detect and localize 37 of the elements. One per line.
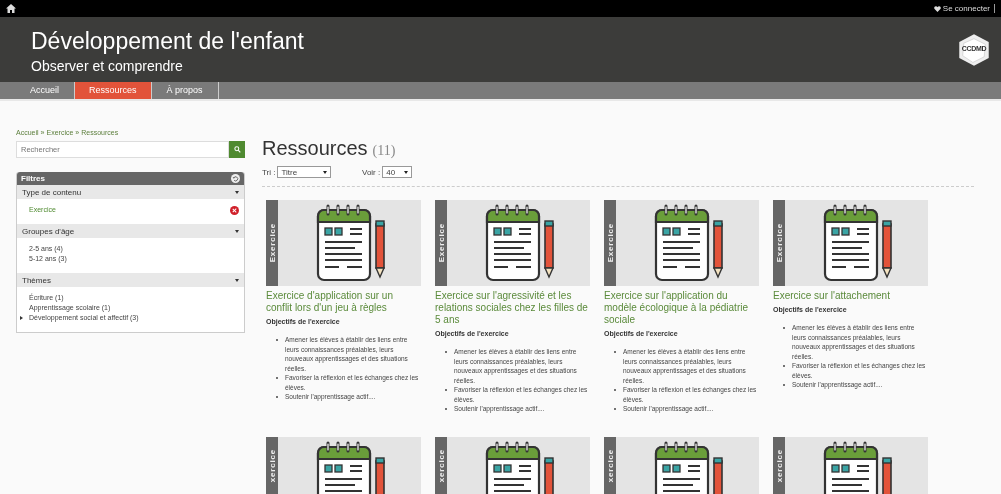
card-title-link[interactable]: Exercice d'application sur un conflit lors d'un jeu à règles [266, 290, 421, 314]
type-label: Exercice [774, 223, 784, 263]
site-subtitle: Observer et comprendre [31, 57, 184, 74]
per-page-label: Voir : [362, 167, 381, 177]
search-icon [233, 146, 241, 153]
site-title: Développement de l'enfant [31, 26, 304, 56]
search-button[interactable] [229, 141, 245, 158]
card-title-link[interactable]: Exercice sur l'agressivité et les relations sociales chez les filles de 5 ans [435, 290, 590, 326]
expand-icon[interactable] [20, 316, 23, 320]
heart-icon [933, 5, 941, 12]
type-label: xercice [436, 449, 446, 483]
type-label: xercice [774, 449, 784, 483]
sort-label: Tri : [262, 167, 276, 177]
filters-title: Filtres [21, 174, 45, 183]
type-label: xercice [267, 449, 277, 483]
per-page-select[interactable]: 40 [382, 166, 413, 178]
page-heading: Ressources [262, 137, 368, 160]
remove-icon[interactable] [230, 205, 239, 215]
filter-group-header[interactable]: Groupes d'âge [17, 224, 244, 238]
card-title-link[interactable]: Exercice sur l'application du modèle écologique à la pédiatrie sociale [604, 290, 759, 326]
reset-icon[interactable] [231, 174, 240, 183]
caret-icon [235, 278, 239, 282]
nav-tab[interactable]: À propos [151, 82, 219, 99]
card-title-link[interactable]: Exercice sur l'attachement [773, 290, 928, 302]
type-label: Exercice [605, 223, 615, 263]
nav-tab[interactable]: Ressources [75, 82, 152, 99]
login-link[interactable]: Se connecter [933, 4, 995, 13]
type-label: xercice [605, 449, 615, 483]
filter-group-header[interactable]: Thèmes [17, 273, 244, 287]
caret-icon [235, 190, 239, 194]
type-label: Exercice [267, 223, 277, 263]
type-label: Exercice [436, 223, 446, 263]
home-icon[interactable] [6, 4, 16, 13]
result-count: (11) [372, 143, 396, 159]
filter-group-header[interactable]: Type de contenu [17, 185, 244, 199]
sort-select[interactable]: Titre [277, 166, 332, 178]
caret-icon [235, 229, 239, 233]
